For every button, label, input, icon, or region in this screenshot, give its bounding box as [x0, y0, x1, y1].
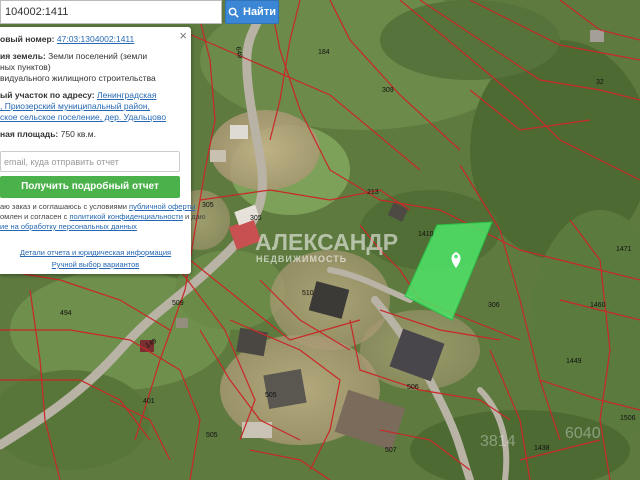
watermark-subtitle: НЕДВИЖИМОСТЬ [256, 254, 347, 264]
plot-label: 32 [596, 79, 604, 86]
privacy-link[interactable]: политикой конфиденциальности [69, 212, 182, 221]
cad-number-label: овый номер: [0, 34, 55, 44]
address-link-2[interactable]: , Приозерский муниципальный район, [0, 101, 150, 111]
plot-label: 1410 [418, 231, 434, 238]
category-row: ия земель: Земли поселений (земли [0, 51, 147, 61]
address-row: ый участок по адресу: Ленинградская [0, 90, 156, 100]
close-icon[interactable]: × [179, 29, 187, 42]
category-label: ия земель: [0, 51, 46, 61]
plot-label: 1438 [534, 445, 550, 452]
manual-row: Ручной выбор вариантов [0, 260, 191, 269]
search-button[interactable]: Найти [225, 0, 279, 24]
cad-number-link[interactable]: 47:03:1304002:1411 [57, 34, 134, 44]
plot-label: 305 [202, 202, 214, 209]
plot-label: 309 [382, 87, 394, 94]
manual-selection-link[interactable]: Ручной выбор вариантов [52, 260, 140, 269]
plot-label: 1449 [566, 358, 582, 365]
category-value-cont: ных пунктов) [0, 62, 51, 72]
email-field[interactable]: email, куда отправить отчет [0, 151, 180, 172]
address-label: ый участок по адресу: [0, 90, 95, 100]
plot-label: 305 [250, 215, 262, 222]
category-value: Земли поселений (земли [48, 51, 148, 61]
consent-text-3: и даю [182, 212, 206, 221]
address-link-3[interactable]: ское сельское поселение, дер. Удальцово [0, 112, 166, 122]
search-button-label: Найти [243, 6, 276, 18]
area-value: 750 кв.м. [60, 129, 96, 139]
details-row: Детали отчета и юридическая информация [0, 248, 191, 257]
plot-label: 506 [407, 384, 419, 391]
consent-line-1: аю заказ и соглашаюсь с условиями публич… [0, 202, 195, 211]
cad-number-row: овый номер: 47:03:1304002:1411 [0, 34, 134, 44]
watermark-corner-a: 3814 [480, 433, 516, 450]
consent-line-2: омлен и согласен с политикой конфиденциа… [0, 212, 205, 221]
plot-label: 505 [206, 432, 218, 439]
plot-label: 401 [143, 398, 155, 405]
plot-label: 184 [318, 49, 330, 56]
use-value: видуального жилищного строительства [0, 73, 156, 83]
parcel-info-panel: × овый номер: 47:03:1304002:1411 ия земе… [0, 27, 205, 274]
consent-text-1: аю заказ и соглашаюсь с условиями [0, 202, 130, 211]
plot-label: 509 [172, 300, 184, 307]
get-report-button[interactable]: Получить подробный отчет [0, 176, 180, 198]
plot-label: 507 [385, 447, 397, 454]
offer-link[interactable]: публичной оферты [129, 202, 195, 211]
consent-line-3: ие на обработку персональных данных [0, 222, 137, 231]
plot-label: 213 [367, 189, 379, 196]
watermark-corner-b: 6040 [565, 425, 601, 442]
plot-label: 494 [60, 310, 72, 317]
plot-label: 1471 [616, 246, 632, 253]
search-icon [228, 7, 239, 18]
plot-label: 505 [265, 392, 277, 399]
area-row: ная площадь: 750 кв.м. [0, 129, 96, 139]
plot-label: 1460 [590, 302, 606, 309]
report-details-link[interactable]: Детали отчета и юридическая информация [20, 248, 171, 257]
area-label: ная площадь: [0, 129, 59, 139]
plot-label: 1506 [620, 415, 636, 422]
search-input[interactable]: 104002:1411 [0, 0, 222, 24]
consent-text-2: омлен и согласен с [0, 212, 70, 221]
personal-data-link[interactable]: ие на обработку персональных данных [0, 222, 137, 231]
plot-label: 306 [488, 302, 500, 309]
address-row-2: , Приозерский муниципальный район, [0, 101, 150, 111]
watermark-title: АЛЕКСАНДР [255, 229, 398, 255]
address-row-3: ское сельское поселение, дер. Удальцово [0, 112, 166, 122]
plot-label: 510 [302, 290, 314, 297]
address-link-1[interactable]: Ленинградская [97, 90, 156, 100]
